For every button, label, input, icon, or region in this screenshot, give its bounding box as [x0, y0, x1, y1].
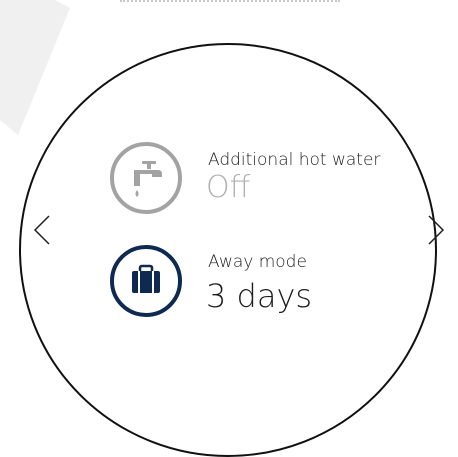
hot-water-value: Off [206, 170, 251, 205]
suitcase-icon [110, 245, 182, 317]
chevron-right-icon [428, 215, 445, 245]
faucet-icon [110, 142, 182, 214]
previous-button[interactable] [31, 210, 55, 250]
away-mode-row[interactable]: Away mode 3 days [110, 245, 410, 325]
next-button[interactable] [425, 210, 449, 250]
dial-ring [19, 43, 437, 457]
chevron-left-icon [33, 215, 50, 245]
away-mode-label: Away mode [208, 252, 307, 272]
hot-water-label: Additional hot water [208, 150, 381, 170]
additional-hot-water-row[interactable]: Additional hot water Off [110, 140, 410, 220]
away-mode-value: 3 days [206, 277, 313, 315]
thermostat-screen: Additional hot water Off Away mode 3 day… [0, 0, 458, 457]
